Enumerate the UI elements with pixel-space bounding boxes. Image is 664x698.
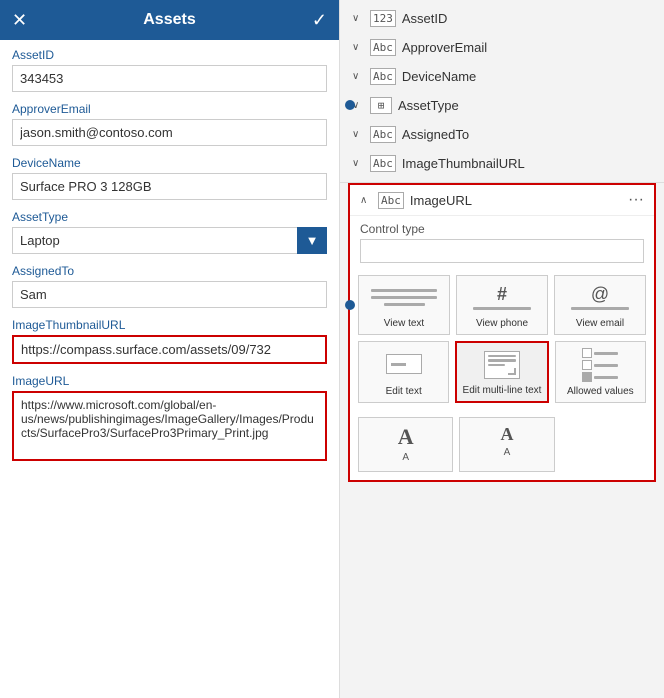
font-size-1-sub: A (402, 452, 409, 463)
devicename-label: DeviceName (12, 156, 327, 170)
font-size-2-icon-area: A A (464, 424, 549, 458)
devicename-field-name: DeviceName (402, 69, 652, 84)
panel-title: Assets (143, 11, 195, 29)
approveremail-type-icon: Abc (370, 39, 396, 56)
edit-multiline-icon-area (461, 349, 542, 381)
assetid-field-name: AssetID (402, 11, 652, 26)
devicename-chevron: ∨ (352, 71, 364, 82)
check-icon[interactable]: ✓ (312, 10, 327, 31)
assignedto-chevron: ∨ (352, 129, 364, 140)
assignedto-label: AssignedTo (12, 264, 327, 278)
view-phone-icon-area: # (461, 282, 543, 314)
font-size-2-sub: A (504, 447, 511, 458)
right-field-list: ∨ 123 AssetID ∨ Abc ApproverEmail ∨ Abc … (340, 0, 664, 183)
right-field-devicename[interactable]: ∨ Abc DeviceName (340, 62, 664, 91)
hash-icon: # (497, 284, 507, 305)
right-field-assetid[interactable]: ∨ 123 AssetID (340, 4, 664, 33)
imageurl-section-type-icon: Abc (378, 192, 404, 209)
view-phone-label: View phone (476, 318, 528, 330)
font-size-1-icon: A (398, 424, 414, 450)
right-field-approveremail[interactable]: ∨ Abc ApproverEmail (340, 33, 664, 62)
edit-text-icon-area (363, 348, 444, 380)
imageurl-section-header: ∧ Abc ImageURL ··· (350, 185, 654, 216)
assignedto-input[interactable] (12, 281, 327, 308)
approveremail-chevron: ∨ (352, 42, 364, 53)
approveremail-field-group: ApproverEmail (12, 102, 327, 146)
control-type-input[interactable] (360, 239, 644, 263)
font-size-1-option[interactable]: A A (358, 417, 453, 472)
assettype-type-icon: ⊞ (370, 97, 392, 114)
imagethumbnailurl-type-icon: Abc (370, 155, 396, 172)
view-text-icon-area (363, 282, 445, 314)
view-email-label: View email (576, 318, 624, 330)
right-field-imagethumbnailurl[interactable]: ∨ Abc ImageThumbnailURL (340, 149, 664, 178)
spacer (561, 417, 646, 472)
left-body: AssetID ApproverEmail DeviceName AssetTy… (0, 40, 339, 698)
assetid-field-group: AssetID (12, 48, 327, 92)
bottom-options-row: A A A A (350, 417, 654, 480)
devicename-input[interactable] (12, 173, 327, 200)
approveremail-label: ApproverEmail (12, 102, 327, 116)
allowed-values-label: Allowed values (567, 386, 634, 398)
assetid-type-icon: 123 (370, 10, 396, 27)
control-type-options: View text # View phone @ View email (350, 271, 654, 417)
assignedto-field-group: AssignedTo (12, 264, 327, 308)
options-row-2: Edit text Edit multi-line text (358, 341, 646, 403)
edit-text-option[interactable]: Edit text (358, 341, 449, 403)
imagethumbnailurl-label: ImageThumbnailURL (12, 318, 327, 332)
imageurl-section-chevron[interactable]: ∧ (360, 195, 372, 206)
edit-multiline-option[interactable]: Edit multi-line text (455, 341, 548, 403)
right-panel: ∨ 123 AssetID ∨ Abc ApproverEmail ∨ Abc … (340, 0, 664, 698)
assettype-field-group: AssetType Laptop Desktop Tablet ▼ (12, 210, 327, 254)
view-phone-option[interactable]: # View phone (456, 275, 548, 335)
assettype-field-name: AssetType (398, 98, 652, 113)
imagethumbnailurl-chevron: ∨ (352, 158, 364, 169)
imageurl-section: ∧ Abc ImageURL ··· Control type View tex… (348, 183, 656, 482)
edit-text-label: Edit text (386, 386, 422, 398)
assetid-input[interactable] (12, 65, 327, 92)
view-email-icon-area: @ (559, 282, 641, 314)
assettype-select[interactable]: Laptop Desktop Tablet (12, 227, 327, 254)
view-email-option[interactable]: @ View email (554, 275, 646, 335)
allowed-values-icon (582, 348, 618, 382)
font-size-1-icon-area: A A (363, 424, 448, 463)
allowed-values-icon-area (560, 348, 641, 382)
approveremail-input[interactable] (12, 119, 327, 146)
left-panel-header: ✕ Assets ✓ (0, 0, 339, 40)
imageurl-textarea[interactable]: https://www.microsoft.com/global/en-us/n… (12, 391, 327, 461)
right-field-assettype[interactable]: ∨ ⊞ AssetType (340, 91, 664, 120)
assetid-chevron: ∨ (352, 13, 364, 24)
multiline-icon (484, 351, 520, 379)
imageurl-field-group: ImageURL https://www.microsoft.com/globa… (12, 374, 327, 464)
imageurl-dots-menu[interactable]: ··· (628, 191, 644, 209)
font-size-2-icon: A (500, 424, 513, 445)
options-row-1: View text # View phone @ View email (358, 275, 646, 335)
devicename-field-group: DeviceName (12, 156, 327, 200)
at-icon: @ (591, 284, 609, 305)
font-size-2-option[interactable]: A A (459, 417, 554, 472)
assettype-label: AssetType (12, 210, 327, 224)
imagethumbnailurl-field-name: ImageThumbnailURL (402, 156, 652, 171)
imagethumbnailurl-field-group: ImageThumbnailURL (12, 318, 327, 364)
right-field-assignedto[interactable]: ∨ Abc AssignedTo (340, 120, 664, 149)
imageurl-label: ImageURL (12, 374, 327, 388)
devicename-type-icon: Abc (370, 68, 396, 85)
assignedto-type-icon: Abc (370, 126, 396, 143)
assetid-label: AssetID (12, 48, 327, 62)
approveremail-field-name: ApproverEmail (402, 40, 652, 55)
allowed-values-option[interactable]: Allowed values (555, 341, 646, 403)
assignedto-field-name: AssignedTo (402, 127, 652, 142)
imagethumbnailurl-input[interactable] (12, 335, 327, 364)
view-text-label: View text (384, 318, 424, 330)
close-icon[interactable]: ✕ (12, 10, 27, 31)
imageurl-section-title: ImageURL (410, 193, 622, 208)
assettype-select-wrapper: Laptop Desktop Tablet ▼ (12, 227, 327, 254)
edit-multiline-label: Edit multi-line text (463, 385, 542, 397)
control-type-label: Control type (350, 216, 654, 239)
view-text-option[interactable]: View text (358, 275, 450, 335)
